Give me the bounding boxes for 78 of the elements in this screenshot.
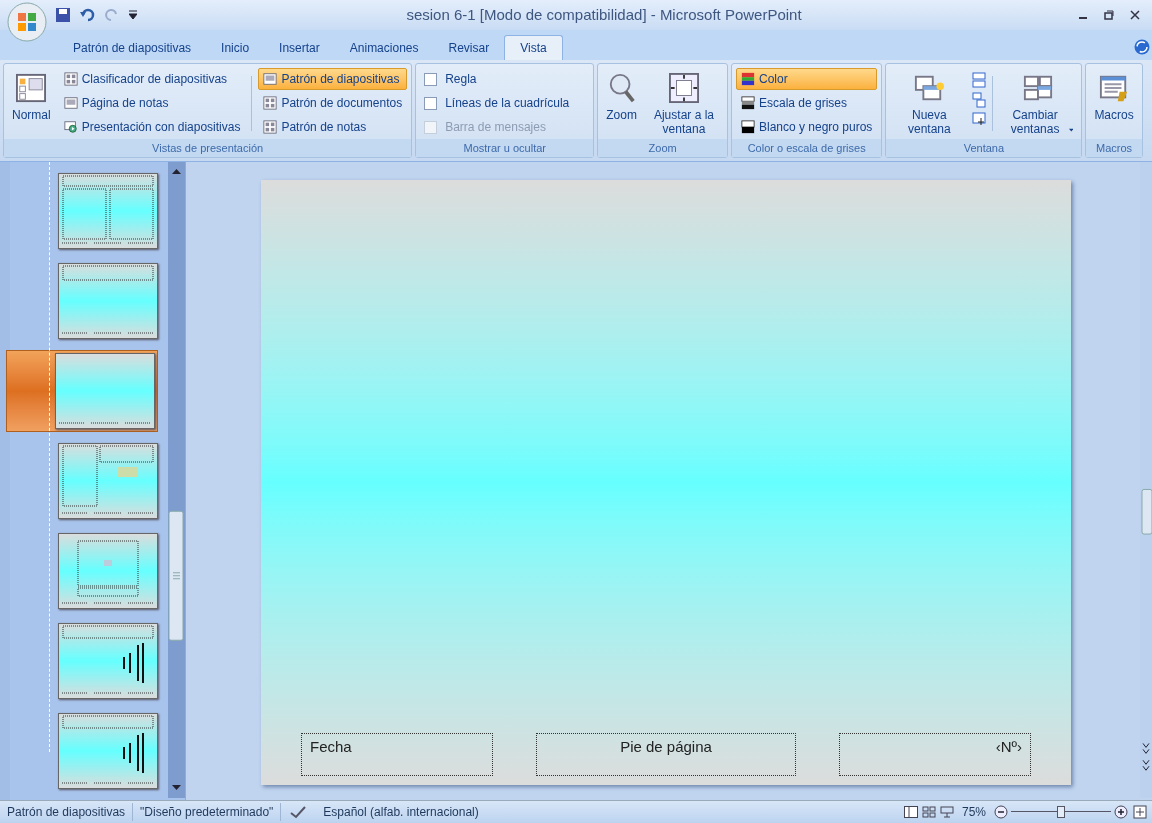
ribbon-button[interactable]: Patrón de notas xyxy=(258,116,408,138)
ribbon-button[interactable]: Página de notas xyxy=(58,92,246,114)
status-item: "Diseño predeterminado" xyxy=(133,803,282,821)
normal-view-icon xyxy=(16,73,47,103)
ribbon-big-button[interactable]: Ajustar a la ventana xyxy=(644,68,723,136)
grid-icon xyxy=(263,120,278,134)
ribbon-button[interactable]: Presentación con diapositivas xyxy=(58,116,246,138)
group-label: Vistas de presentación xyxy=(4,138,412,157)
group-label: Zoom xyxy=(598,138,727,157)
checkbox-option[interactable]: Líneas de la cuadrícula xyxy=(420,92,574,114)
ribbon-button[interactable]: Patrón de diapositivas xyxy=(258,68,408,90)
ribbon-big-button[interactable]: Cambiar ventanas xyxy=(999,68,1078,136)
close-icon[interactable] xyxy=(1130,10,1140,20)
zoom-level[interactable]: 75% xyxy=(961,803,986,821)
zoom-slider[interactable] xyxy=(1011,806,1111,818)
slide-thumbnail[interactable] xyxy=(58,713,158,789)
group-label: Ventana xyxy=(886,138,1082,157)
ribbon-button[interactable]: Blanco y negro puros xyxy=(735,116,878,138)
slide-thumbnail[interactable] xyxy=(58,443,158,519)
slide-thumbnail[interactable] xyxy=(58,263,158,339)
page-icon xyxy=(263,72,278,86)
move-split-icon[interactable] xyxy=(972,112,987,126)
ribbon-tab[interactable]: Patrón de diapositivas xyxy=(58,35,207,60)
cascade-icon[interactable] xyxy=(972,92,987,108)
ribbon-button[interactable]: Clasificador de diapositivas xyxy=(58,68,246,90)
zoom-out-icon[interactable] xyxy=(994,805,1008,819)
grayscale-icon xyxy=(740,96,755,110)
status-item: Patrón de diapositivas xyxy=(0,803,134,821)
slide-sorter-icon[interactable] xyxy=(921,806,936,818)
ribbon-tab[interactable]: Animaciones xyxy=(334,35,434,60)
arrange-all-icon[interactable] xyxy=(972,72,987,88)
ribbon-button[interactable]: Patrón de documentos xyxy=(258,92,408,114)
slide-thumbnail[interactable] xyxy=(58,173,158,249)
slide-thumbnail[interactable] xyxy=(58,623,158,699)
checkbox[interactable] xyxy=(424,96,438,110)
ribbon-tab[interactable]: Inicio xyxy=(206,35,265,60)
checkbox-option[interactable]: Regla xyxy=(420,68,574,90)
ribbon-button[interactable]: Color xyxy=(735,68,878,90)
grid-icon xyxy=(63,72,78,86)
status-language[interactable]: Español (alfab. internacional) xyxy=(315,803,487,821)
undo-icon[interactable] xyxy=(79,7,97,23)
group-label: Macros xyxy=(1086,138,1142,157)
slideshow-icon[interactable] xyxy=(939,806,954,818)
footer-placeholder[interactable]: Pie de página xyxy=(536,733,796,776)
fit-window-icon xyxy=(668,73,699,103)
new-window-icon xyxy=(914,73,945,103)
ribbon-big-button[interactable]: Normal xyxy=(8,68,55,122)
footer-placeholder[interactable]: ‹Nº› xyxy=(839,733,1031,776)
ribbon-big-button[interactable]: Nueva ventana xyxy=(890,68,969,136)
ribbon-big-button[interactable]: Zoom xyxy=(602,68,641,122)
footer-placeholder[interactable]: Fecha xyxy=(301,733,493,776)
ribbon-big-button[interactable]: Macros xyxy=(1090,68,1138,122)
page-icon xyxy=(63,96,78,110)
zoom-slider-thumb[interactable] xyxy=(1057,806,1065,818)
group-label: Color o escala de grises xyxy=(731,138,882,157)
customize-toolbar-icon[interactable] xyxy=(129,10,137,20)
normal-view-icon[interactable] xyxy=(903,806,918,818)
contrast-icon xyxy=(740,120,755,134)
switch-windows-icon xyxy=(1023,73,1054,103)
checkbox[interactable] xyxy=(424,72,438,86)
macros-icon xyxy=(1099,73,1130,103)
restore-icon[interactable] xyxy=(1104,10,1114,20)
slide-thumbnail[interactable] xyxy=(55,353,155,429)
ribbon-tab[interactable]: Revisar xyxy=(433,35,505,60)
group-label: Mostrar u ocultar xyxy=(416,138,594,157)
ribbon-tab[interactable]: Insertar xyxy=(264,35,335,60)
window-title: sesion 6-1 [Modo de compatibilidad] - Microsoft PowerPoint xyxy=(405,4,803,25)
spell-check-icon[interactable] xyxy=(289,805,308,819)
ribbon-tab[interactable]: Vista xyxy=(504,35,563,60)
projector-icon xyxy=(63,120,78,134)
fit-slide-icon[interactable] xyxy=(1133,805,1147,819)
grid-icon xyxy=(263,96,278,110)
zoom-in-icon[interactable] xyxy=(1114,805,1128,819)
ribbon-button[interactable]: Escala de grises xyxy=(735,92,878,114)
slide-thumbnail[interactable] xyxy=(58,533,158,609)
scrollbar[interactable] xyxy=(168,162,185,798)
save-icon[interactable] xyxy=(55,7,71,23)
color-icon xyxy=(740,72,755,86)
